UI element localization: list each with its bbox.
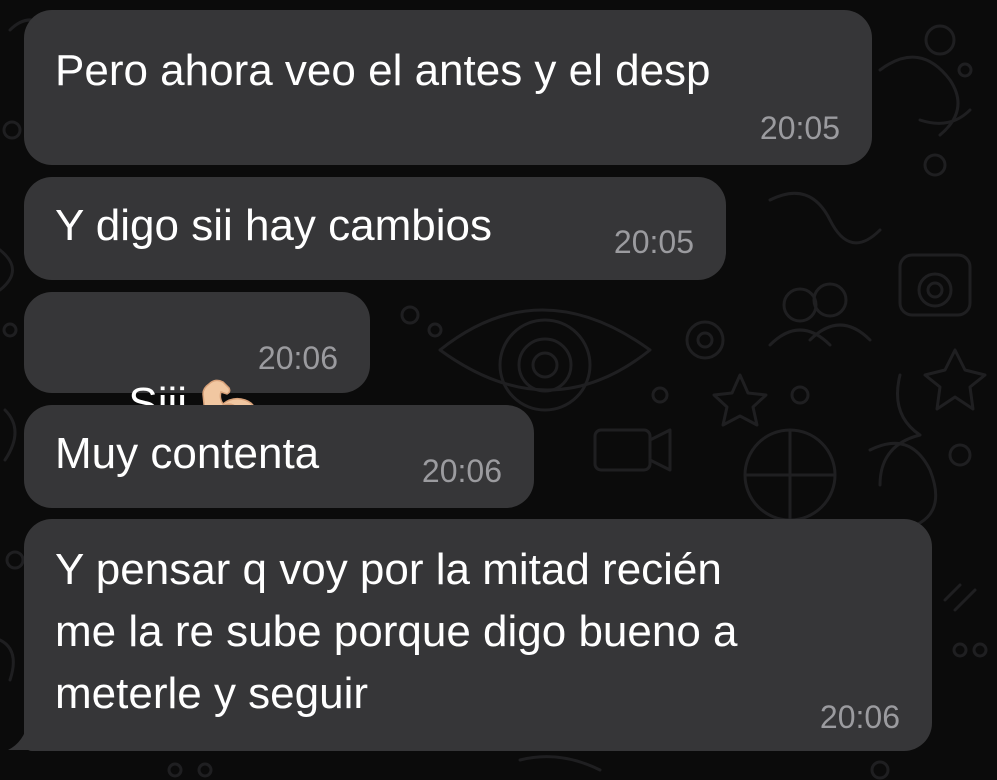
message-timestamp: 20:06 <box>421 453 502 489</box>
message-bubble[interactable]: Y pensar q voy por la mitad recién me la… <box>24 519 932 751</box>
message-text: Pero ahora veo el antes y el desp <box>55 46 711 95</box>
message-timestamp: 20:06 <box>257 340 338 376</box>
message-bubble[interactable]: Y digo sii hay cambios 20:05 <box>24 177 726 280</box>
message-text: Y digo sii hay cambios <box>55 201 492 250</box>
message-bubble[interactable]: Muy contenta 20:06 <box>24 405 534 508</box>
message-text: Muy contenta <box>55 429 320 478</box>
message-timestamp: 20:05 <box>759 110 840 146</box>
message-timestamp: 20:06 <box>819 699 900 735</box>
chat-view[interactable]: Pero ahora veo el antes y el desp 20:05 … <box>0 0 997 780</box>
message-timestamp: 20:05 <box>613 224 694 260</box>
message-bubble[interactable]: Siii 20:06 <box>24 292 370 428</box>
message-text: Y pensar q voy por la mitad recién me la… <box>55 545 738 718</box>
message-bubble[interactable]: Pero ahora veo el antes y el desp 20:05 <box>24 10 872 165</box>
